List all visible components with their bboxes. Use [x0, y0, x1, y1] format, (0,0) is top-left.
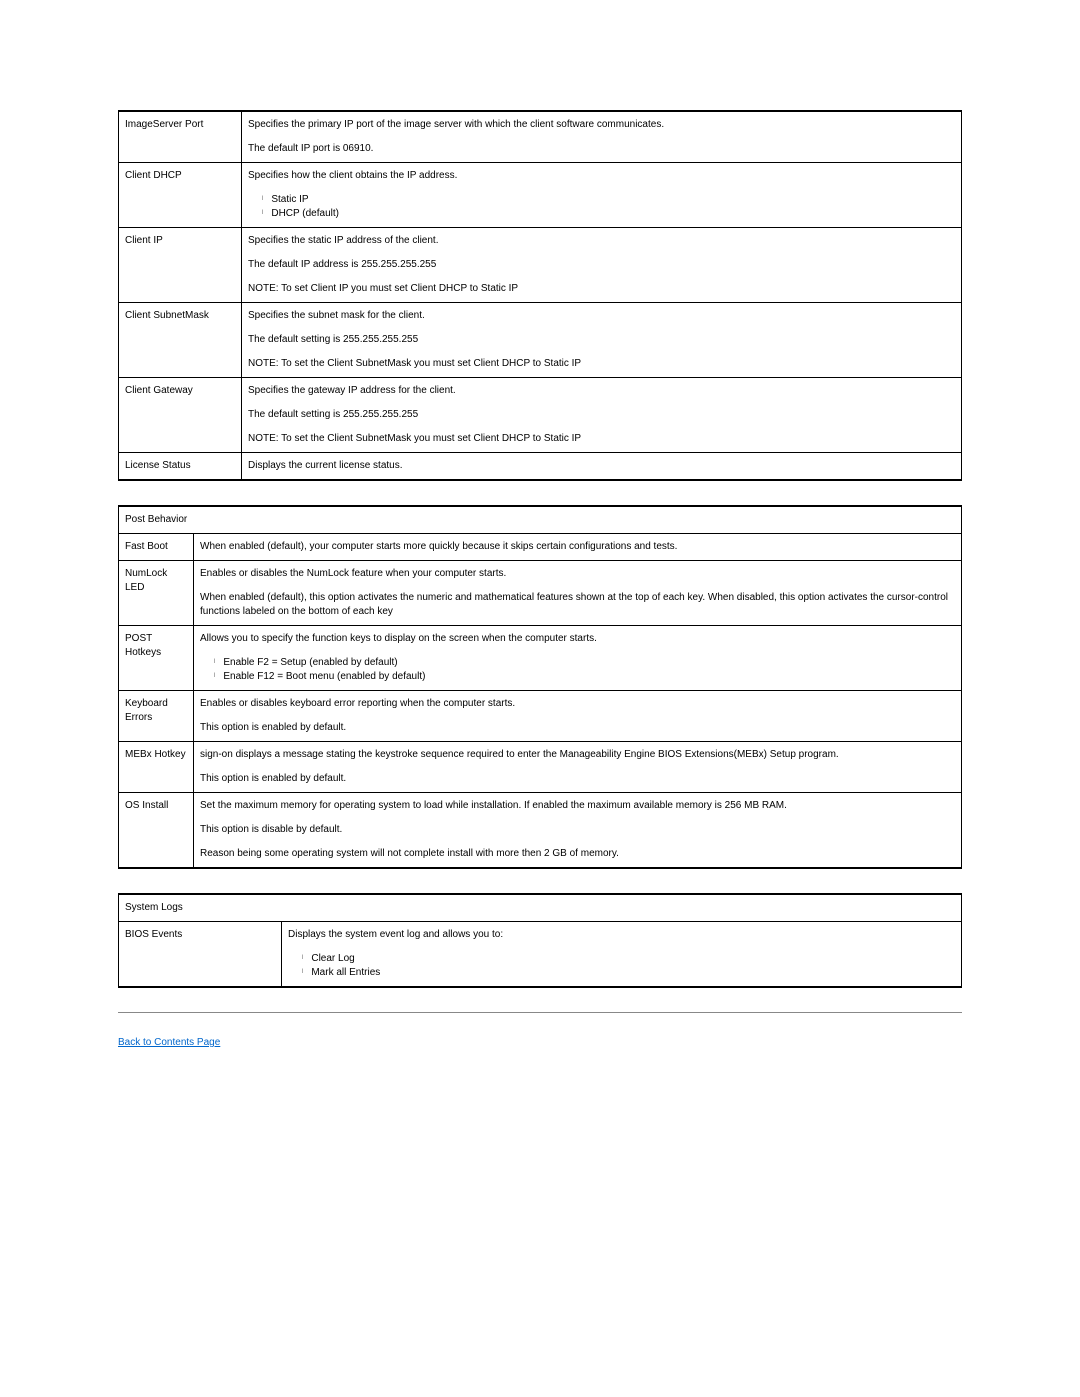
imagesrv-desc-text: Specifies the static IP address of the c… [248, 234, 955, 248]
imagesrv-label: Client SubnetMask [119, 303, 242, 378]
post-label: OS Install [119, 793, 194, 869]
system-logs-table: System LogsBIOS Events Displays the syste… [118, 893, 962, 988]
imagesrv-label: Client Gateway [119, 378, 242, 453]
imagesrv-desc-text: NOTE: To set Client IP you must set Clie… [248, 282, 955, 296]
imagesrv-bullet: DHCP (default) [262, 207, 955, 221]
imagesrv-desc-text: The default IP port is 06910. [248, 142, 955, 156]
post-desc-text: sign-on displays a message stating the k… [200, 748, 955, 762]
post-desc: Enables or disables the NumLock feature … [194, 561, 962, 626]
imagesrv-label: License Status [119, 453, 242, 481]
post-row: OS Install Set the maximum memory for ope… [119, 793, 962, 869]
post-bullet: Enable F2 = Setup (enabled by default) [214, 656, 955, 670]
post-row: NumLock LED Enables or disables the NumLo… [119, 561, 962, 626]
post-desc-text: When enabled (default), this option acti… [200, 591, 955, 619]
syslog-row: BIOS Events Displays the system event log… [119, 922, 962, 988]
post-desc: Set the maximum memory for operating sys… [194, 793, 962, 869]
post-desc-text: Enables or disables the NumLock feature … [200, 567, 955, 581]
post-desc-text: Enables or disables keyboard error repor… [200, 697, 955, 711]
imagesrv-desc-text: Specifies the gateway IP address for the… [248, 384, 955, 398]
imagesrv-row: Client DHCP Specifies how the client obta… [119, 163, 962, 228]
syslog-header: System Logs [119, 894, 962, 922]
imagesrv-desc-text: Displays the current license status. [248, 459, 955, 473]
imagesrv-table: ImageServer Port Specifies the primary IP… [118, 110, 962, 481]
imagesrv-row: Client Gateway Specifies the gateway IP a… [119, 378, 962, 453]
post-label: MEBx Hotkey [119, 742, 194, 793]
imagesrv-desc-text: The default setting is 255.255.255.255 [248, 333, 955, 347]
post-desc: sign-on displays a message stating the k… [194, 742, 962, 793]
imagesrv-bullet: Static IP [262, 193, 955, 207]
imagesrv-bullet-list: Static IPDHCP (default) [262, 193, 955, 221]
syslog-bullet-list: Clear LogMark all Entries [302, 952, 955, 980]
post-behavior-table: Post BehaviorFast Boot When enabled (defa… [118, 505, 962, 869]
imagesrv-desc-text: Specifies the subnet mask for the client… [248, 309, 955, 323]
imagesrv-row: Client IP Specifies the static IP address… [119, 228, 962, 303]
syslog-bullet: Mark all Entries [302, 966, 955, 980]
post-desc-text: This option is disable by default. [200, 823, 955, 837]
document-page: ImageServer Port Specifies the primary IP… [0, 0, 1080, 1108]
imagesrv-desc: Specifies the static IP address of the c… [242, 228, 962, 303]
post-desc-text: Set the maximum memory for operating sys… [200, 799, 955, 813]
post-desc: Enables or disables keyboard error repor… [194, 691, 962, 742]
imagesrv-desc: Displays the current license status. [242, 453, 962, 481]
post-desc-text: Reason being some operating system will … [200, 847, 955, 861]
post-header: Post Behavior [119, 506, 962, 534]
post-row: Fast Boot When enabled (default), your co… [119, 534, 962, 561]
imagesrv-desc-text: NOTE: To set the Client SubnetMask you m… [248, 432, 955, 446]
imagesrv-desc: Specifies the gateway IP address for the… [242, 378, 962, 453]
post-label: Keyboard Errors [119, 691, 194, 742]
syslog-desc: Displays the system event log and allows… [282, 922, 962, 988]
imagesrv-desc-text: The default setting is 255.255.255.255 [248, 408, 955, 422]
imagesrv-row: Client SubnetMask Specifies the subnet ma… [119, 303, 962, 378]
post-desc-text: When enabled (default), your computer st… [200, 540, 955, 554]
back-to-contents-link[interactable]: Back to Contents Page [118, 1037, 220, 1048]
post-desc-text: This option is enabled by default. [200, 772, 955, 786]
imagesrv-desc: Specifies the subnet mask for the client… [242, 303, 962, 378]
post-bullet-list: Enable F2 = Setup (enabled by default)En… [214, 656, 955, 684]
post-label: Fast Boot [119, 534, 194, 561]
post-desc-text: This option is enabled by default. [200, 721, 955, 735]
imagesrv-row: ImageServer Port Specifies the primary IP… [119, 111, 962, 163]
imagesrv-desc-text: NOTE: To set the Client SubnetMask you m… [248, 357, 955, 371]
post-row: POST Hotkeys Allows you to specify the fu… [119, 626, 962, 691]
syslog-desc-text: Displays the system event log and allows… [288, 928, 955, 942]
imagesrv-label: ImageServer Port [119, 111, 242, 163]
post-label: POST Hotkeys [119, 626, 194, 691]
section-divider [118, 1012, 962, 1013]
syslog-label: BIOS Events [119, 922, 282, 988]
post-bullet: Enable F12 = Boot menu (enabled by defau… [214, 670, 955, 684]
imagesrv-label: Client DHCP [119, 163, 242, 228]
post-desc: Allows you to specify the function keys … [194, 626, 962, 691]
imagesrv-desc-text: Specifies how the client obtains the IP … [248, 169, 955, 183]
imagesrv-desc-text: Specifies the primary IP port of the ima… [248, 118, 955, 132]
imagesrv-desc-text: The default IP address is 255.255.255.25… [248, 258, 955, 272]
post-desc: When enabled (default), your computer st… [194, 534, 962, 561]
imagesrv-label: Client IP [119, 228, 242, 303]
post-row: Keyboard Errors Enables or disables keybo… [119, 691, 962, 742]
post-desc-text: Allows you to specify the function keys … [200, 632, 955, 646]
syslog-bullet: Clear Log [302, 952, 955, 966]
post-row: MEBx Hotkey sign-on displays a message st… [119, 742, 962, 793]
imagesrv-desc: Specifies how the client obtains the IP … [242, 163, 962, 228]
imagesrv-desc: Specifies the primary IP port of the ima… [242, 111, 962, 163]
post-label: NumLock LED [119, 561, 194, 626]
imagesrv-row: License Status Displays the current licen… [119, 453, 962, 481]
